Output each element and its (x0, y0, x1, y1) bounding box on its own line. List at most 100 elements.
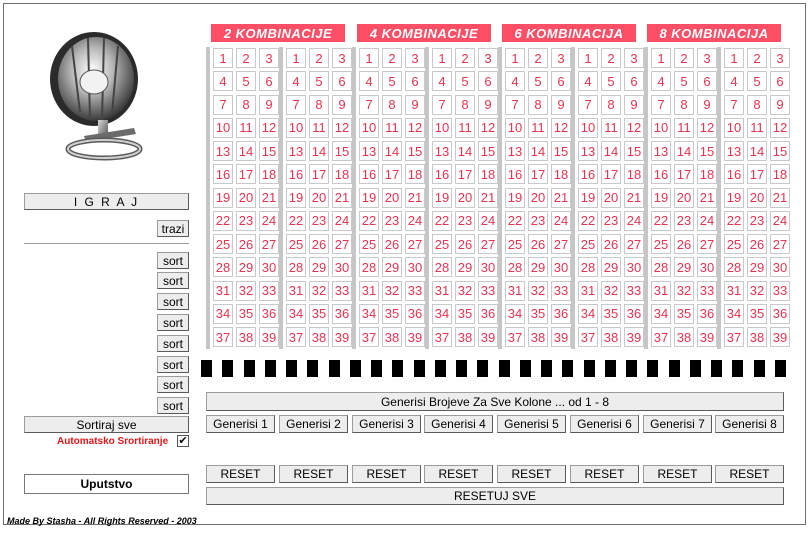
number-cell[interactable]: 9 (770, 94, 790, 115)
number-cell[interactable]: 34 (578, 303, 598, 324)
number-cell[interactable]: 39 (551, 327, 571, 347)
number-cell[interactable]: 37 (651, 327, 671, 347)
number-cell[interactable]: 22 (286, 210, 306, 231)
number-cell[interactable]: 35 (309, 303, 329, 324)
number-cell[interactable]: 4 (578, 71, 598, 92)
number-cell[interactable]: 17 (455, 164, 475, 185)
number-cell[interactable]: 25 (432, 234, 452, 254)
number-cell[interactable]: 20 (382, 187, 402, 208)
number-cell[interactable]: 22 (359, 210, 379, 231)
number-cell[interactable]: 12 (259, 117, 279, 138)
number-cell[interactable]: 26 (601, 234, 621, 254)
reset-button-8[interactable]: RESET (715, 465, 784, 483)
number-cell[interactable]: 12 (624, 117, 644, 138)
generisi-button-7[interactable]: Generisi 7 (643, 415, 712, 433)
number-cell[interactable]: 1 (432, 48, 452, 68)
number-cell[interactable]: 19 (432, 187, 452, 208)
number-cell[interactable]: 4 (505, 71, 525, 92)
reset-button-6[interactable]: RESET (570, 465, 639, 483)
number-cell[interactable]: 23 (528, 210, 548, 231)
number-cell[interactable]: 2 (382, 48, 402, 68)
number-cell[interactable]: 20 (236, 187, 256, 208)
number-cell[interactable]: 15 (697, 141, 717, 161)
number-cell[interactable]: 1 (651, 48, 671, 68)
number-cell[interactable]: 8 (236, 94, 256, 115)
number-cell[interactable]: 1 (505, 48, 525, 68)
number-cell[interactable]: 20 (674, 187, 694, 208)
number-cell[interactable]: 4 (286, 71, 306, 92)
number-cell[interactable]: 13 (213, 141, 233, 161)
number-cell[interactable]: 17 (309, 164, 329, 185)
number-cell[interactable]: 25 (213, 234, 233, 254)
number-cell[interactable]: 27 (478, 234, 498, 254)
number-cell[interactable]: 10 (724, 117, 744, 138)
number-cell[interactable]: 6 (478, 71, 498, 92)
generisi-button-8[interactable]: Generisi 8 (715, 415, 784, 433)
number-cell[interactable]: 26 (528, 234, 548, 254)
number-cell[interactable]: 25 (505, 234, 525, 254)
number-cell[interactable]: 14 (455, 141, 475, 161)
number-cell[interactable]: 20 (601, 187, 621, 208)
number-cell[interactable]: 28 (651, 257, 671, 278)
number-cell[interactable]: 21 (624, 187, 644, 208)
number-cell[interactable]: 38 (528, 327, 548, 347)
number-cell[interactable]: 20 (309, 187, 329, 208)
number-cell[interactable]: 7 (578, 94, 598, 115)
number-cell[interactable]: 22 (505, 210, 525, 231)
number-cell[interactable]: 17 (674, 164, 694, 185)
number-cell[interactable]: 16 (286, 164, 306, 185)
number-cell[interactable]: 25 (724, 234, 744, 254)
number-cell[interactable]: 2 (309, 48, 329, 68)
number-cell[interactable]: 20 (747, 187, 767, 208)
number-cell[interactable]: 18 (478, 164, 498, 185)
number-cell[interactable]: 28 (505, 257, 525, 278)
number-cell[interactable]: 30 (770, 257, 790, 278)
number-cell[interactable]: 23 (455, 210, 475, 231)
number-cell[interactable]: 31 (505, 280, 525, 301)
number-cell[interactable]: 11 (455, 117, 475, 138)
number-cell[interactable]: 1 (286, 48, 306, 68)
reset-button-4[interactable]: RESET (424, 465, 493, 483)
number-cell[interactable]: 36 (770, 303, 790, 324)
number-cell[interactable]: 18 (332, 164, 352, 185)
number-cell[interactable]: 3 (770, 48, 790, 68)
number-cell[interactable]: 30 (697, 257, 717, 278)
number-cell[interactable]: 19 (359, 187, 379, 208)
number-cell[interactable]: 34 (213, 303, 233, 324)
number-cell[interactable]: 33 (624, 280, 644, 301)
number-cell[interactable]: 36 (259, 303, 279, 324)
number-cell[interactable]: 14 (747, 141, 767, 161)
number-cell[interactable]: 3 (332, 48, 352, 68)
number-cell[interactable]: 9 (551, 94, 571, 115)
number-cell[interactable]: 1 (359, 48, 379, 68)
number-cell[interactable]: 6 (332, 71, 352, 92)
number-cell[interactable]: 36 (332, 303, 352, 324)
number-cell[interactable]: 24 (770, 210, 790, 231)
number-cell[interactable]: 2 (747, 48, 767, 68)
number-cell[interactable]: 21 (478, 187, 498, 208)
number-cell[interactable]: 27 (332, 234, 352, 254)
number-cell[interactable]: 14 (601, 141, 621, 161)
number-cell[interactable]: 34 (286, 303, 306, 324)
number-cell[interactable]: 19 (286, 187, 306, 208)
number-cell[interactable]: 31 (578, 280, 598, 301)
number-cell[interactable]: 23 (309, 210, 329, 231)
number-cell[interactable]: 8 (747, 94, 767, 115)
number-cell[interactable]: 15 (624, 141, 644, 161)
number-cell[interactable]: 11 (747, 117, 767, 138)
number-cell[interactable]: 29 (601, 257, 621, 278)
number-cell[interactable]: 36 (478, 303, 498, 324)
number-cell[interactable]: 36 (551, 303, 571, 324)
number-cell[interactable]: 22 (432, 210, 452, 231)
number-cell[interactable]: 14 (309, 141, 329, 161)
sort-button-5[interactable]: sort (157, 335, 189, 352)
number-cell[interactable]: 16 (213, 164, 233, 185)
number-cell[interactable]: 33 (697, 280, 717, 301)
number-cell[interactable]: 27 (259, 234, 279, 254)
number-cell[interactable]: 39 (624, 327, 644, 347)
number-cell[interactable]: 10 (359, 117, 379, 138)
number-cell[interactable]: 8 (601, 94, 621, 115)
number-cell[interactable]: 35 (528, 303, 548, 324)
number-cell[interactable]: 38 (309, 327, 329, 347)
number-cell[interactable]: 6 (259, 71, 279, 92)
